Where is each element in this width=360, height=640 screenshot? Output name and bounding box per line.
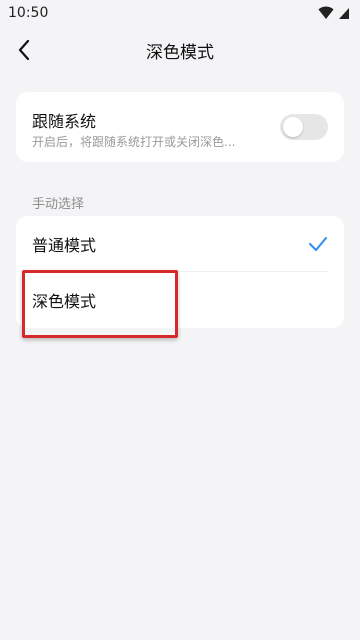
follow-system-subtitle: 开启后，将跟随系统打开或关闭深色... [32,135,236,149]
chevron-left-icon [18,39,30,61]
back-button[interactable] [6,32,42,68]
signal-icon [339,8,349,19]
follow-system-title: 跟随系统 [32,112,97,131]
toggle-knob [283,117,303,137]
app-header: 深色模式 [0,26,360,74]
mode-option-normal[interactable]: 普通模式 [16,216,344,272]
status-bar: 10:50 [0,0,360,26]
checkmark-icon [309,237,327,251]
follow-system-toggle[interactable] [280,114,328,140]
manual-section-label: 手动选择 [32,197,85,212]
highlight-annotation [22,270,178,338]
status-icons [318,6,350,20]
mode-option-label: 普通模式 [32,236,97,255]
follow-system-card: 跟随系统 开启后，将跟随系统打开或关闭深色... [16,92,344,162]
wifi-icon [318,6,334,19]
page-title: 深色模式 [146,42,214,63]
status-time: 10:50 [8,5,49,21]
